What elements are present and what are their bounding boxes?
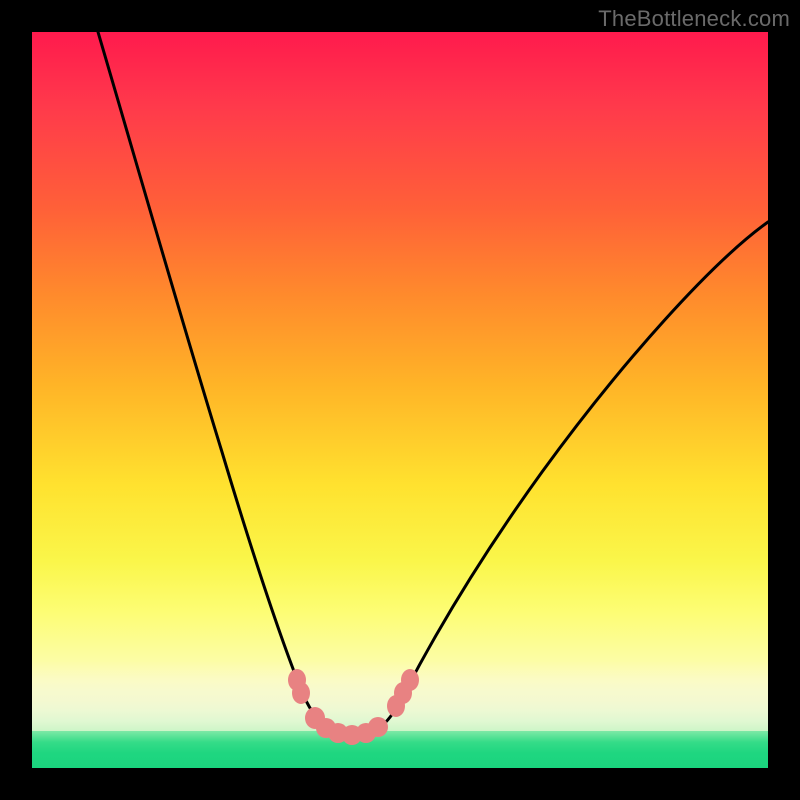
chart-frame: TheBottleneck.com [0,0,800,800]
bead [368,717,388,737]
bead [401,669,419,691]
bead [292,682,310,704]
watermark-text: TheBottleneck.com [598,6,790,32]
bead-cluster [288,669,419,745]
curve-layer [32,32,768,768]
plot-area [32,32,768,768]
bottleneck-curve [98,32,768,734]
